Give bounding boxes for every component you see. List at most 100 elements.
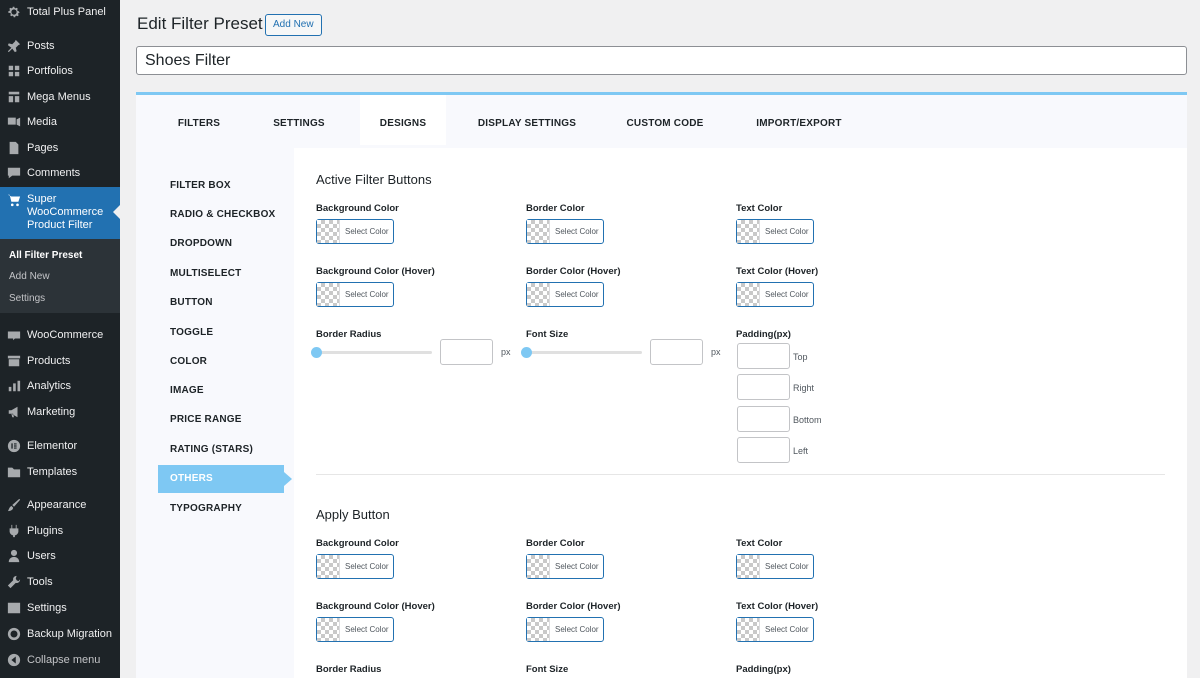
sidebar-item-woocommerce[interactable]: WooCommerce [0,323,120,347]
sidebar-item-label: Settings [27,602,67,614]
font-size-slider-handle[interactable] [521,347,532,358]
nav-toggle[interactable]: TOGGLE [170,327,213,338]
font-size-slider[interactable] [526,351,642,354]
label-border-color-hover: Border Color (Hover) [526,266,621,277]
transparent-swatch [737,283,760,306]
nav-filter-box[interactable]: FILTER BOX [170,180,231,191]
add-new-button[interactable]: Add New [265,14,322,36]
transparent-swatch [737,220,760,243]
sidebar-item-super-woocommerce-product-filter[interactable]: Super WooCommerce Product Filter [0,187,120,239]
sidebar-item-templates[interactable]: Templates [0,460,120,484]
sidebar-item-media[interactable]: Media [0,110,120,134]
label-font-size: Font Size [526,664,569,675]
brush-icon [7,498,21,512]
font-size-input[interactable] [650,339,703,365]
text-color-hover-picker[interactable]: Select Color [736,282,814,307]
cart-icon [7,193,21,207]
tab-display-settings[interactable]: DISPLAY SETTINGS [466,95,588,145]
tab-designs[interactable]: DESIGNS [360,95,446,145]
folder-icon [7,465,21,479]
padding-left-input[interactable] [737,437,790,463]
sidebar-item-plugins[interactable]: Plugins [0,519,120,543]
submenu-all-filter-preset[interactable]: All Filter Preset [9,250,82,261]
background-color-picker[interactable]: Select Color [316,219,394,244]
select-color-label: Select Color [555,562,599,571]
sidebar-item-backup-migration[interactable]: Backup Migration [0,622,120,646]
sidebar-item-label: Products [27,355,71,367]
background-color-hover-picker[interactable]: Select Color [316,282,394,307]
nav-image[interactable]: IMAGE [170,385,204,396]
sidebar-item-posts[interactable]: Posts [0,34,120,58]
sidebar-collapse-menu[interactable]: Collapse menu [0,648,120,672]
select-color-label: Select Color [765,625,809,634]
tab-import-export[interactable]: IMPORT/EXPORT [740,95,858,145]
submenu-settings[interactable]: Settings [9,293,45,304]
select-color-label: Select Color [345,290,389,299]
nav-others[interactable]: OTHERS [158,465,292,493]
label-border-radius: Border Radius [316,329,382,340]
preset-title-input[interactable] [136,46,1187,75]
nav-button[interactable]: BUTTON [170,297,213,308]
sidebar-item-users[interactable]: Users [0,544,120,568]
select-color-label: Select Color [555,227,599,236]
border-radius-slider-handle[interactable] [311,347,322,358]
chart-icon [7,379,21,393]
border-radius-input[interactable] [440,339,493,365]
submenu-add-new[interactable]: Add New [9,271,50,282]
tab-settings[interactable]: SETTINGS [258,95,340,145]
sidebar-item-label: Backup Migration [27,628,112,640]
transparent-swatch [317,618,340,641]
label-text-color-hover: Text Color (Hover) [736,266,819,277]
label-border-color: Border Color [526,538,585,549]
nav-price-range[interactable]: PRICE RANGE [170,414,242,425]
sidebar-item-tools[interactable]: Tools [0,570,120,594]
tab-filters[interactable]: FILTERS [158,95,240,145]
text-color-picker[interactable]: Select Color [736,219,814,244]
label-background-color: Background Color [316,538,399,549]
apply-background-color-hover-picker[interactable]: Select Color [316,617,394,642]
sidebar-item-mega-menus[interactable]: Mega Menus [0,85,120,109]
padding-bottom-input[interactable] [737,406,790,432]
sidebar-item-portfolios[interactable]: Portfolios [0,59,120,83]
apply-border-color-hover-picker[interactable]: Select Color [526,617,604,642]
nav-color[interactable]: COLOR [170,356,207,367]
sidebar-item-label: Pages [27,142,59,154]
sidebar-item-marketing[interactable]: Marketing [0,400,120,424]
nav-typography[interactable]: TYPOGRAPHY [170,503,242,514]
sidebar-brand[interactable]: Total Plus Panel [0,0,120,24]
sidebar-item-elementor[interactable]: Elementor [0,434,120,458]
border-color-hover-picker[interactable]: Select Color [526,282,604,307]
transparent-swatch [527,555,550,578]
transparent-swatch [737,618,760,641]
select-color-label: Select Color [345,562,389,571]
sidebar-item-analytics[interactable]: Analytics [0,374,120,398]
nav-multiselect[interactable]: MULTISELECT [170,268,241,279]
padding-top-input[interactable] [737,343,790,369]
apply-background-color-picker[interactable]: Select Color [316,554,394,579]
apply-border-color-picker[interactable]: Select Color [526,554,604,579]
nav-dropdown[interactable]: DROPDOWN [170,238,232,249]
page-icon [7,141,21,155]
sidebar-item-label: Collapse menu [27,654,101,666]
transparent-swatch [527,283,550,306]
tab-custom-code[interactable]: CUSTOM CODE [614,95,716,145]
sidebar-item-pages[interactable]: Pages [0,136,120,160]
sidebar-item-comments[interactable]: Comments [0,161,120,185]
padding-right-input[interactable] [737,374,790,400]
sidebar-item-label: Comments [27,167,81,179]
sidebar-item-label: Plugins [27,525,64,537]
megaphone-icon [7,405,21,419]
apply-text-color-hover-picker[interactable]: Select Color [736,617,814,642]
elementor-icon [7,439,21,453]
sidebar-item-products[interactable]: Products [0,349,120,373]
apply-text-color-picker[interactable]: Select Color [736,554,814,579]
nav-radio-checkbox[interactable]: RADIO & CHECKBOX [170,209,275,220]
border-color-picker[interactable]: Select Color [526,219,604,244]
label-border-color: Border Color [526,203,585,214]
sidebar-item-settings[interactable]: Settings [0,596,120,620]
select-color-label: Select Color [765,290,809,299]
label-border-color-hover: Border Color (Hover) [526,601,621,612]
border-radius-slider[interactable] [316,351,432,354]
nav-rating-stars[interactable]: RATING (STARS) [170,444,253,455]
sidebar-item-appearance[interactable]: Appearance [0,493,120,517]
